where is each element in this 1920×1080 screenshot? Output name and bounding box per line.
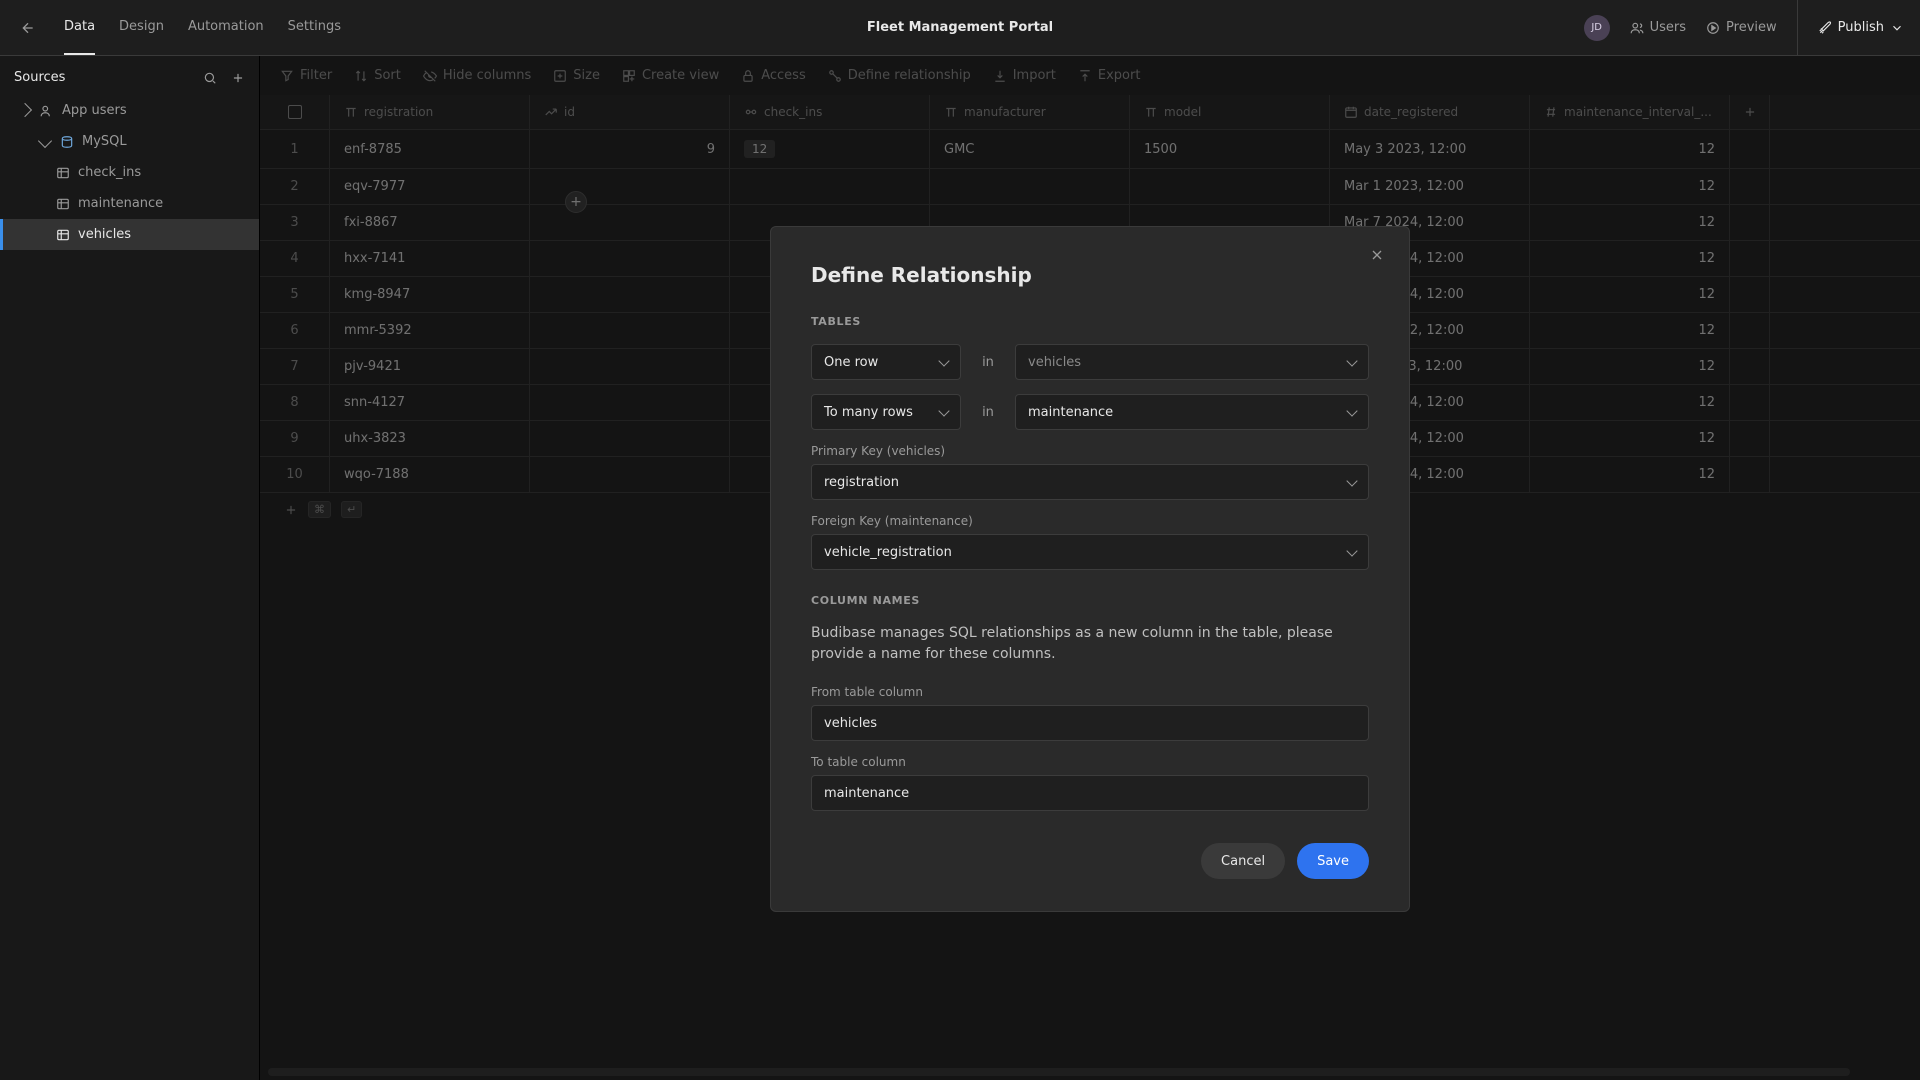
play-icon [1706,21,1720,35]
sidebar-item-checkins[interactable]: check_ins [0,157,259,188]
plus-icon[interactable] [231,71,245,85]
close-icon [1369,247,1385,263]
rocket-icon [1818,21,1832,35]
nav-tab-settings[interactable]: Settings [288,0,341,55]
fk-label: Foreign Key (maintenance) [811,514,1369,528]
users-label: Users [1650,20,1686,35]
in-label: in [981,405,995,420]
topbar-right: JD Users Preview Publish [1584,0,1904,56]
save-button[interactable]: Save [1297,843,1369,879]
pk-label: Primary Key (vehicles) [811,444,1369,458]
topbar: Data Design Automation Settings Fleet Ma… [0,0,1920,56]
to-table-select[interactable]: maintenance [1015,394,1369,430]
nav-tab-design[interactable]: Design [119,0,164,55]
modal-close-button[interactable] [1369,247,1385,263]
from-col-label: From table column [811,685,1369,699]
avatar[interactable]: JD [1584,15,1610,41]
pk-field: Primary Key (vehicles) registration [811,444,1369,500]
chevron-down-icon [1346,405,1357,416]
to-col-field: To table column maintenance [811,755,1369,811]
define-relationship-modal: Define Relationship TABLES One row in ve… [770,226,1410,912]
search-icon[interactable] [203,71,217,85]
to-type-value: To many rows [824,405,913,420]
chevron-down-icon [1890,21,1904,35]
nav-tabs: Data Design Automation Settings [64,0,341,55]
to-row: To many rows in maintenance [811,394,1369,430]
sidebar-item-label: maintenance [78,196,163,211]
chevron-down-icon [938,405,949,416]
nav-tab-data[interactable]: Data [64,0,95,55]
from-type-select[interactable]: One row [811,344,961,380]
sidebar-header-actions [203,71,245,85]
content: Filter Sort Hide columns Size Create vie… [260,56,1920,1080]
cancel-button[interactable]: Cancel [1201,843,1285,879]
table-icon [56,197,70,211]
chevron-down-icon [1346,355,1357,366]
table-icon [56,166,70,180]
from-type-value: One row [824,355,878,370]
fk-value: vehicle_registration [824,545,952,560]
from-table-select[interactable]: vehicles [1015,344,1369,380]
nav-tab-automation[interactable]: Automation [188,0,264,55]
topbar-separator [1797,0,1798,56]
section-columns-label: COLUMN NAMES [811,594,1369,607]
publish-button[interactable]: Publish [1818,20,1904,35]
sidebar-title: Sources [14,70,65,85]
to-col-input[interactable]: maintenance [811,775,1369,811]
app-title: Fleet Management Portal [867,20,1053,35]
fk-select[interactable]: vehicle_registration [811,534,1369,570]
main: Sources App users MySQL check_ins [0,56,1920,1080]
fk-field: Foreign Key (maintenance) vehicle_regist… [811,514,1369,570]
publish-label: Publish [1838,20,1884,35]
to-type-select[interactable]: To many rows [811,394,961,430]
table-icon [56,228,70,242]
sidebar: Sources App users MySQL check_ins [0,56,260,1080]
modal-actions: Cancel Save [811,843,1369,879]
users-button[interactable]: Users [1630,20,1686,35]
from-table-value: vehicles [1028,355,1081,370]
sidebar-item-mysql[interactable]: MySQL [0,126,259,157]
sidebar-item-app-users[interactable]: App users [0,95,259,126]
in-label: in [981,355,995,370]
pk-select[interactable]: registration [811,464,1369,500]
back-button[interactable] [16,16,40,40]
from-col-input[interactable]: vehicles [811,705,1369,741]
users-icon [1630,21,1644,35]
mysql-icon [60,135,74,149]
to-table-value: maintenance [1028,405,1113,420]
sidebar-item-label: App users [62,103,127,118]
modal-backdrop: Define Relationship TABLES One row in ve… [260,56,1920,1080]
chevron-down-icon [938,355,949,366]
arrow-left-icon [20,20,36,36]
preview-button[interactable]: Preview [1706,20,1777,35]
sidebar-item-label: check_ins [78,165,141,180]
from-col-value: vehicles [824,716,877,731]
chevron-down-icon [1346,545,1357,556]
section-tables-label: TABLES [811,315,1369,328]
source-tree: App users MySQL check_ins maintenance ve… [0,95,259,250]
users-icon [40,104,54,118]
sidebar-header: Sources [0,56,259,95]
pk-value: registration [824,475,899,490]
chevron-down-icon [1346,475,1357,486]
sidebar-item-label: vehicles [78,227,131,242]
modal-title: Define Relationship [811,263,1369,287]
sidebar-item-vehicles[interactable]: vehicles [0,219,259,250]
chevron-down-icon [38,133,52,147]
columns-description: Budibase manages SQL relationships as a … [811,623,1369,665]
sidebar-item-label: MySQL [82,134,127,149]
to-col-label: To table column [811,755,1369,769]
to-col-value: maintenance [824,786,909,801]
sidebar-item-maintenance[interactable]: maintenance [0,188,259,219]
from-row: One row in vehicles [811,344,1369,380]
from-col-field: From table column vehicles [811,685,1369,741]
chevron-right-icon [18,102,32,116]
preview-label: Preview [1726,20,1777,35]
